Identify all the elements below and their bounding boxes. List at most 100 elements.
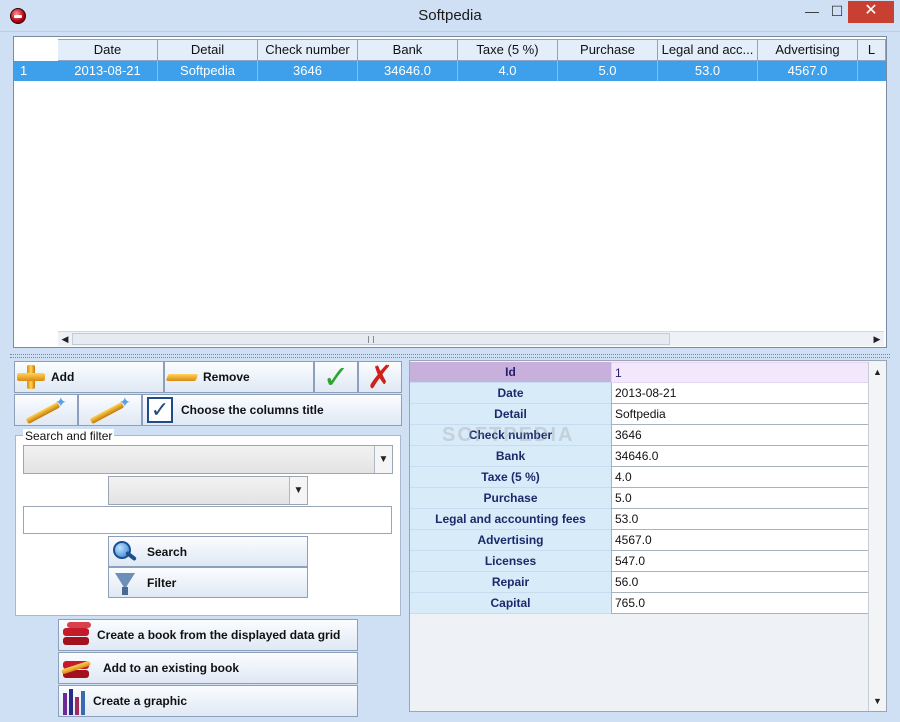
row-id: 1 — [14, 61, 58, 81]
table-cell[interactable]: Softpedia — [158, 61, 258, 81]
field-select[interactable]: ▼ — [23, 445, 393, 474]
add-button[interactable]: Add — [14, 361, 164, 393]
operator-select[interactable]: ▼ — [108, 476, 308, 505]
validate-button[interactable]: ✓ — [314, 361, 358, 393]
detail-row: Detail Softpedia — [410, 404, 870, 425]
funnel-icon — [109, 569, 141, 597]
detail-label: Purchase — [410, 488, 611, 509]
cancel-button[interactable]: ✗ — [358, 361, 402, 393]
column-header-bank[interactable]: Bank — [358, 39, 458, 61]
table-cell[interactable]: 3646 — [258, 61, 358, 81]
table-cell[interactable]: 53.0 — [658, 61, 758, 81]
minimize-button[interactable]: — — [798, 1, 826, 23]
scroll-up-arrow-icon[interactable]: ▲ — [869, 364, 886, 380]
detail-label: Bank — [410, 446, 611, 467]
search-button[interactable]: Search — [108, 536, 308, 567]
create-book-label: Create a book from the displayed data gr… — [97, 628, 341, 642]
x-icon: ✗ — [366, 359, 394, 395]
detail-value[interactable]: 1 — [611, 362, 870, 383]
table-cell[interactable] — [858, 61, 886, 81]
detail-value[interactable]: 547.0 — [611, 551, 870, 572]
scroll-thumb[interactable] — [72, 333, 670, 345]
detail-label: Licenses — [410, 551, 611, 572]
split-divider[interactable] — [10, 354, 890, 358]
detail-row: Purchase 5.0 — [410, 488, 870, 509]
detail-row: Repair 56.0 — [410, 572, 870, 593]
magic-wand-plus-icon — [21, 394, 71, 424]
grid-corner — [14, 39, 58, 61]
table-row[interactable]: 1 2013-08-21 Softpedia 3646 34646.0 4.0 … — [14, 61, 886, 81]
bar-chart-icon — [59, 687, 87, 715]
choose-columns-label: Choose the columns title — [181, 403, 324, 417]
detail-row: Taxe (5 %) 4.0 — [410, 467, 870, 488]
magic-add-button[interactable] — [14, 394, 78, 426]
table-cell[interactable]: 4567.0 — [758, 61, 858, 81]
create-book-button[interactable]: Create a book from the displayed data gr… — [58, 619, 358, 651]
detail-label: Taxe (5 %) — [410, 467, 611, 488]
column-header-legal[interactable]: Legal and acc... — [658, 39, 758, 61]
data-grid[interactable]: Date Detail Check number Bank Taxe (5 %)… — [13, 36, 887, 348]
detail-value[interactable]: 5.0 — [611, 488, 870, 509]
column-header-detail[interactable]: Detail — [158, 39, 258, 61]
detail-value[interactable]: 765.0 — [611, 593, 870, 614]
detail-row: Date 2013-08-21 — [410, 383, 870, 404]
maximize-button[interactable]: ☐ — [826, 1, 848, 23]
search-filter-legend: Search and filter — [23, 429, 115, 443]
detail-label: Repair — [410, 572, 611, 593]
add-to-book-button[interactable]: Add to an existing book — [58, 652, 358, 684]
table-cell[interactable]: 5.0 — [558, 61, 658, 81]
book-add-icon — [59, 653, 95, 683]
check-icon: ✓ — [322, 359, 350, 395]
detail-value[interactable]: 4567.0 — [611, 530, 870, 551]
scroll-down-arrow-icon[interactable]: ▼ — [869, 693, 886, 709]
watermark: SOFTPEDIA — [442, 424, 575, 446]
close-button[interactable]: ✕ — [848, 1, 894, 23]
search-button-label: Search — [147, 544, 188, 559]
search-icon — [109, 539, 141, 565]
chevron-down-icon[interactable]: ▼ — [374, 446, 392, 473]
grid-header: Date Detail Check number Bank Taxe (5 %)… — [14, 39, 886, 61]
create-graphic-button[interactable]: Create a graphic — [58, 685, 358, 717]
detail-value[interactable]: 3646 — [611, 425, 870, 446]
grip-icon — [368, 336, 374, 343]
detail-value[interactable]: 53.0 — [611, 509, 870, 530]
magic-remove-button[interactable] — [78, 394, 142, 426]
table-cell[interactable]: 2013-08-21 — [58, 61, 158, 81]
search-input[interactable] — [23, 506, 392, 534]
column-header-check-number[interactable]: Check number — [258, 39, 358, 61]
filter-button-label: Filter — [147, 575, 177, 590]
column-header-date[interactable]: Date — [58, 39, 158, 61]
column-header-purchase[interactable]: Purchase — [558, 39, 658, 61]
detail-row-id: Id 1 — [410, 362, 870, 383]
magic-wand-minus-icon — [85, 394, 135, 424]
detail-label: Detail — [410, 404, 611, 425]
detail-row: Capital 765.0 — [410, 593, 870, 614]
detail-row: Legal and accounting fees 53.0 — [410, 509, 870, 530]
table-cell[interactable]: 4.0 — [458, 61, 558, 81]
add-button-label: Add — [51, 370, 75, 384]
remove-button-label: Remove — [203, 370, 250, 384]
detail-row: Licenses 547.0 — [410, 551, 870, 572]
detail-label: Advertising — [410, 530, 611, 551]
detail-value[interactable]: 34646.0 — [611, 446, 870, 467]
detail-value[interactable]: Softpedia — [611, 404, 870, 425]
detail-value[interactable]: 56.0 — [611, 572, 870, 593]
detail-label: Date — [410, 383, 611, 404]
remove-button[interactable]: Remove — [164, 361, 314, 393]
detail-value[interactable]: 2013-08-21 — [611, 383, 870, 404]
column-header-taxe[interactable]: Taxe (5 %) — [458, 39, 558, 61]
scroll-right-arrow-icon[interactable]: ▶ — [870, 332, 884, 346]
detail-label: Id — [410, 362, 611, 383]
horizontal-scrollbar[interactable]: ◀ ▶ — [58, 331, 884, 346]
vertical-scrollbar[interactable]: ▲ ▼ — [868, 362, 886, 711]
minus-icon — [165, 371, 199, 383]
column-header-licenses[interactable]: L — [858, 39, 886, 61]
choose-columns-button[interactable]: ✓ Choose the columns title — [142, 394, 402, 426]
scroll-left-arrow-icon[interactable]: ◀ — [58, 332, 72, 346]
add-to-book-label: Add to an existing book — [103, 661, 240, 675]
detail-value[interactable]: 4.0 — [611, 467, 870, 488]
table-cell[interactable]: 34646.0 — [358, 61, 458, 81]
chevron-down-icon[interactable]: ▼ — [289, 477, 307, 504]
column-header-advertising[interactable]: Advertising — [758, 39, 858, 61]
filter-button[interactable]: Filter — [108, 567, 308, 598]
